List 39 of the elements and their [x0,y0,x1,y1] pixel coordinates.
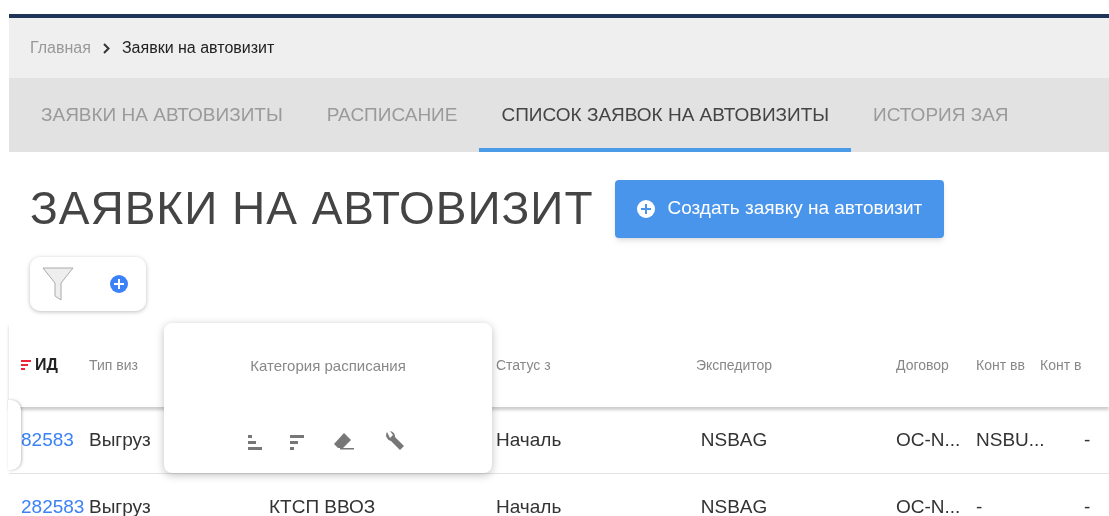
table-cell: - [976,495,983,516]
plus-circle-icon [637,199,656,218]
column-header[interactable]: ИД [35,353,58,377]
add-filter-icon[interactable] [110,275,128,293]
table-cell: NSBAG [700,495,768,516]
tab[interactable]: ЗАЯВКИ НА АВТОВИЗИТЫ [19,78,305,152]
column-header[interactable]: Статус з [496,354,551,376]
id-link[interactable]: 282583 [21,495,85,516]
table-cell: Началь [496,428,562,450]
create-button[interactable]: Создать заявку на автовизит [615,179,945,238]
sort-icon [21,359,31,371]
table-cell: - [1084,428,1091,450]
table-cell: КТСП ВВОЗ [269,495,376,516]
tab[interactable]: ИСТОРИЯ ЗАЯ [851,78,1031,152]
table-cell: NSBAG [700,428,768,450]
tab[interactable]: СПИСОК ЗАЯВОК НА АВТОВИЗИТЫ [479,78,852,152]
table-cell: NSBU... [976,428,1045,450]
table-cell: - [1084,495,1091,516]
eraser-icon[interactable] [332,431,356,450]
sort-ascending-icon[interactable] [248,433,262,450]
side-handle[interactable] [8,400,21,470]
column-header[interactable]: Экспедитор [695,354,773,376]
breadcrumb-item: Заявки на автовизит [121,38,275,58]
id-link[interactable]: 82583 [21,428,74,450]
table-cell: OC-N... [896,428,961,450]
table-cell: OC-N... [896,495,961,516]
column-header[interactable]: Конт вв [976,354,1025,376]
column-header[interactable]: Тип виз [89,354,138,376]
breadcrumb-item[interactable]: Главная [30,36,91,60]
chevron-icon [102,42,110,54]
column-header[interactable]: Конт в [1040,354,1082,376]
table-cell: Началь [496,495,562,516]
sort-descending-icon[interactable] [290,433,304,450]
menu-title: Категория расписания [250,356,406,376]
column-header[interactable]: Договор [896,354,949,376]
table-cell: Выгруз [89,495,151,516]
page-title: ЗАЯВКИ НА АВТОВИЗИТ [30,181,594,236]
tab[interactable]: РАСПИСАНИЕ [304,78,480,152]
table-cell: Выгруз [89,428,151,450]
